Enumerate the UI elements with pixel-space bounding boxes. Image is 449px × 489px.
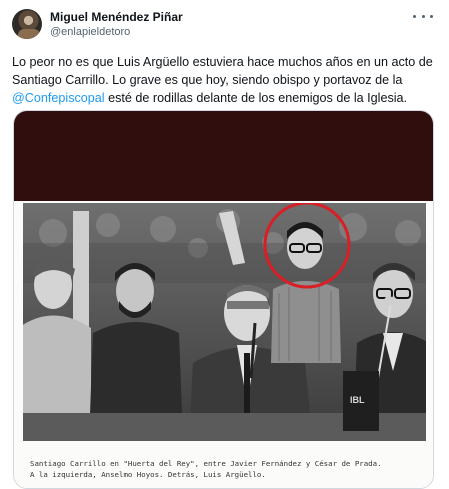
caption-line-1: Santiago Carrillo en "Huerta del Rey", e… — [30, 459, 382, 468]
tweet-text-part2: esté de rodillas delante de los enemigos… — [104, 91, 408, 105]
photo-caption: Santiago Carrillo en "Huerta del Rey", e… — [30, 458, 430, 480]
author-handle[interactable]: @enlapieldetoro — [50, 26, 130, 38]
more-options-icon[interactable] — [413, 9, 433, 23]
tweet-media[interactable]: IBL Santiago Carrillo en "Huerta del Rey… — [13, 110, 434, 489]
tweet-text-part1: Lo peor no es que Luis Argüello estuvier… — [12, 55, 433, 87]
author-avatar[interactable] — [12, 9, 42, 39]
tweet: Miguel Menéndez Piñar @enlapieldetoro Lo… — [0, 0, 449, 489]
historical-photo: IBL — [23, 203, 426, 441]
caption-line-2: A la izquierda, Anselmo Hoyos. Detrás, L… — [30, 470, 266, 479]
mention-link[interactable]: @Confepiscopal — [12, 91, 105, 105]
tweet-text: Lo peor no es que Luis Argüello estuvier… — [12, 53, 437, 107]
media-header-band — [14, 111, 433, 201]
author-name[interactable]: Miguel Menéndez Piñar — [50, 10, 183, 24]
svg-text:IBL: IBL — [350, 395, 365, 405]
